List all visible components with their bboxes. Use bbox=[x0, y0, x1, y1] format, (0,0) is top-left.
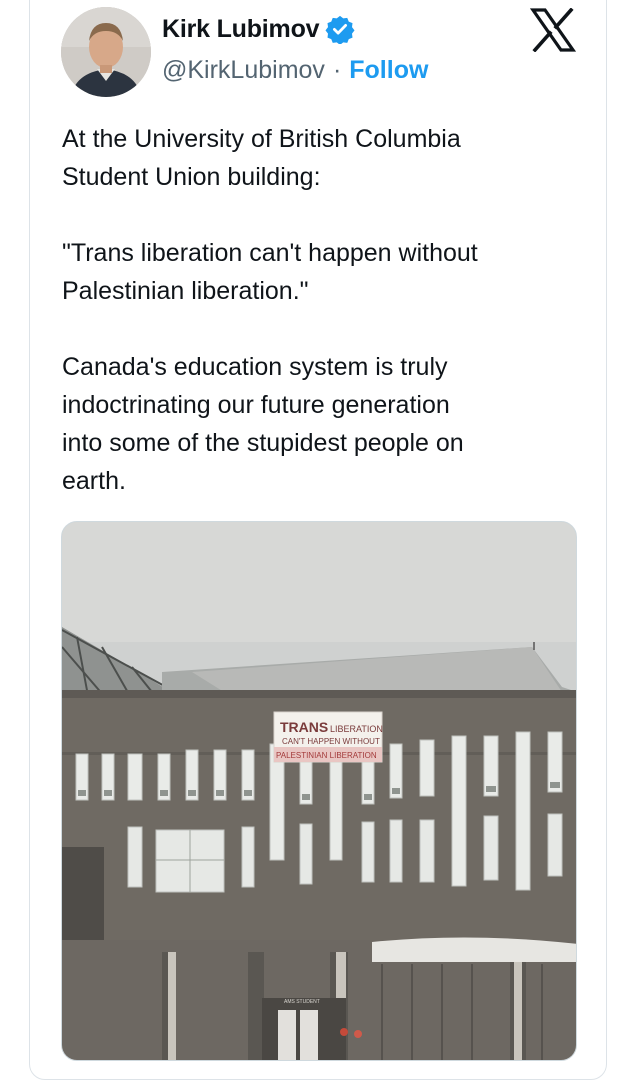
avatar-photo bbox=[61, 7, 151, 97]
banner-line-liberation: LIBERATION bbox=[330, 724, 383, 734]
banner-line-trans: TRANS bbox=[280, 719, 328, 735]
separator-dot: · bbox=[332, 56, 342, 84]
banner-line-palestinian: PALESTINIAN LIBERATION bbox=[276, 751, 377, 760]
banner: TRANS LIBERATION CAN'T HAPPEN WITHOUT PA… bbox=[273, 711, 383, 763]
banner-line-cant: CAN'T HAPPEN WITHOUT bbox=[282, 737, 380, 746]
author-display-name[interactable]: Kirk Lubimov bbox=[162, 14, 320, 44]
tweet-text: At the University of British Columbia St… bbox=[62, 120, 582, 500]
verified-badge-icon bbox=[325, 14, 355, 45]
avatar[interactable] bbox=[61, 7, 151, 97]
follow-button[interactable]: Follow bbox=[349, 56, 428, 84]
tweet-media-image[interactable]: TRANS LIBERATION CAN'T HAPPEN WITHOUT PA… bbox=[61, 521, 577, 1061]
author-name-row: Kirk Lubimov bbox=[162, 14, 355, 45]
tweet-paragraph: At the University of British Columbia St… bbox=[62, 125, 461, 191]
x-logo-icon[interactable] bbox=[529, 7, 577, 53]
author-handle-row: @KirkLubimov · Follow bbox=[162, 54, 428, 86]
building-sign: AMS STUDENT bbox=[284, 999, 320, 1005]
author-handle[interactable]: @KirkLubimov bbox=[162, 56, 325, 84]
tweet-paragraph: Canada's education system is truly indoc… bbox=[62, 353, 464, 495]
tweet-paragraph: "Trans liberation can't happen without P… bbox=[62, 239, 478, 305]
